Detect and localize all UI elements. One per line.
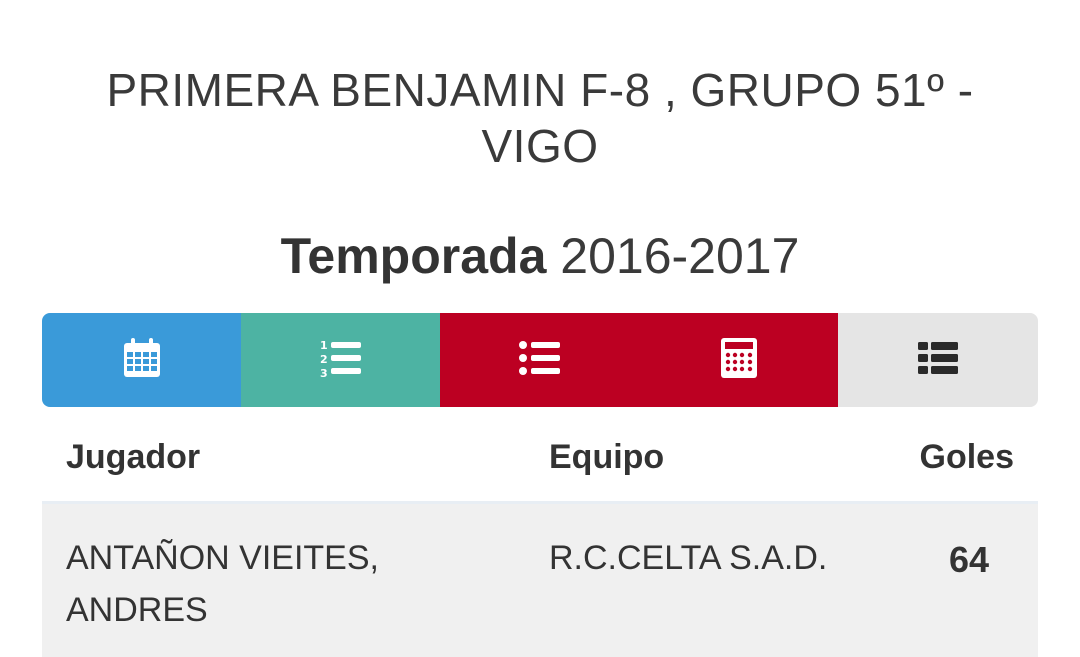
svg-text:1: 1: [320, 339, 328, 352]
competition-title: PRIMERA BENJAMIN F-8 , GRUPO 51º - VIGO: [106, 64, 974, 172]
svg-text:2: 2: [320, 353, 328, 366]
goals-count: 64: [948, 539, 990, 580]
player-name[interactable]: ANTAÑON VIEITES, ANDRES: [66, 532, 466, 636]
tab-ranking[interactable]: 1 2 3: [241, 313, 440, 407]
svg-text:3: 3: [320, 367, 328, 378]
ordered-list-icon: 1 2 3: [320, 338, 362, 383]
calculator-icon: [720, 337, 757, 383]
column-header-team[interactable]: Equipo: [549, 437, 664, 477]
tab-table-list[interactable]: [838, 313, 1038, 407]
bullet-list-icon: [518, 340, 561, 380]
column-header-goals[interactable]: Goles: [920, 437, 1014, 477]
section-tabbar: 1 2 3: [42, 313, 1038, 407]
scorers-table-header: Jugador Equipo Goles: [42, 407, 1038, 504]
team-name[interactable]: R.C.CELTA S.A.D.: [549, 532, 827, 584]
season-heading: Temporada 2016-2017: [0, 225, 1080, 287]
calendar-icon: [123, 337, 161, 383]
tab-calculator[interactable]: [639, 313, 838, 407]
tab-list[interactable]: [440, 313, 639, 407]
season-label: Temporada: [280, 228, 547, 284]
tab-calendar[interactable]: [42, 313, 241, 407]
table-row[interactable]: ANTAÑON VIEITES, ANDRES R.C.CELTA S.A.D.…: [42, 504, 1038, 657]
season-value: 2016-2017: [560, 228, 800, 284]
column-header-player[interactable]: Jugador: [66, 437, 200, 477]
table-list-icon: [918, 341, 958, 379]
